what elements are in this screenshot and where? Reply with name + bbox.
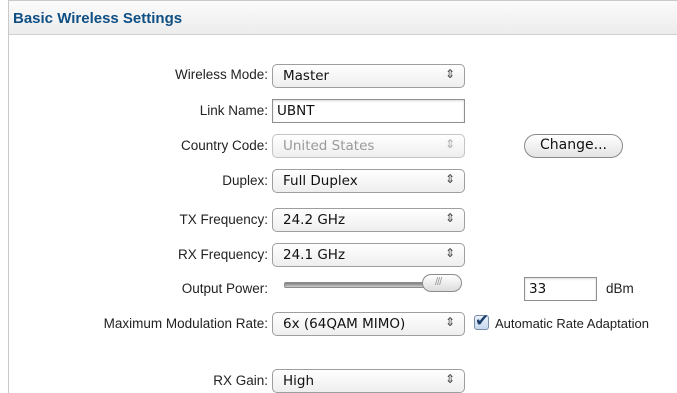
section-header: Basic Wireless Settings	[9, 1, 677, 35]
duplex-value: Full Duplex	[283, 173, 358, 189]
link-name-label: Link Name:	[199, 103, 268, 118]
output-power-unit: dBm	[606, 281, 634, 296]
output-power-input[interactable]: 33	[524, 277, 597, 301]
output-power-slider-handle[interactable]: ///	[422, 274, 462, 292]
output-power-label: Output Power:	[181, 281, 268, 296]
tx-frequency-select[interactable]: 24.2 GHz ⇕	[272, 208, 465, 232]
rx-gain-select[interactable]: High ⇕	[272, 369, 465, 393]
auto-rate-label: Automatic Rate Adaptation	[495, 316, 649, 331]
up-down-chevron-icon: ⇕	[444, 137, 455, 151]
checkmark-icon: ✔	[475, 311, 490, 330]
modulation-rate-select[interactable]: 6x (64QAM MIMO) ⇕	[272, 312, 465, 336]
wireless-mode-label: Wireless Mode:	[174, 67, 268, 82]
rx-gain-label: RX Gain:	[213, 373, 268, 388]
modulation-rate-value: 6x (64QAM MIMO)	[283, 316, 406, 332]
country-code-label: Country Code:	[180, 138, 268, 153]
tx-frequency-label: TX Frequency:	[179, 212, 268, 227]
up-down-chevron-icon: ⇕	[444, 211, 455, 225]
up-down-chevron-icon: ⇕	[444, 246, 455, 260]
rx-gain-value: High	[283, 373, 315, 389]
wireless-mode-select[interactable]: Master ⇕	[272, 64, 465, 88]
tx-frequency-value: 24.2 GHz	[283, 212, 346, 228]
up-down-chevron-icon: ⇕	[444, 372, 455, 386]
country-code-select: United States ⇕	[272, 134, 465, 158]
up-down-chevron-icon: ⇕	[444, 67, 455, 81]
section-title: Basic Wireless Settings	[13, 10, 183, 27]
rx-frequency-value: 24.1 GHz	[283, 247, 346, 263]
up-down-chevron-icon: ⇕	[444, 172, 455, 186]
modulation-rate-label: Maximum Modulation Rate:	[103, 316, 268, 331]
country-code-value: United States	[283, 138, 375, 154]
change-country-button[interactable]: Change...	[524, 134, 623, 158]
wireless-mode-value: Master	[283, 68, 330, 84]
rx-frequency-label: RX Frequency:	[177, 247, 268, 262]
duplex-label: Duplex:	[222, 173, 268, 188]
duplex-select[interactable]: Full Duplex ⇕	[272, 169, 465, 193]
auto-rate-checkbox[interactable]: ✔	[474, 311, 489, 330]
rx-frequency-select[interactable]: 24.1 GHz ⇕	[272, 243, 465, 267]
slider-grip-icon: ///	[435, 276, 442, 288]
link-name-input[interactable]: UBNT	[272, 99, 465, 123]
up-down-chevron-icon: ⇕	[444, 315, 455, 329]
